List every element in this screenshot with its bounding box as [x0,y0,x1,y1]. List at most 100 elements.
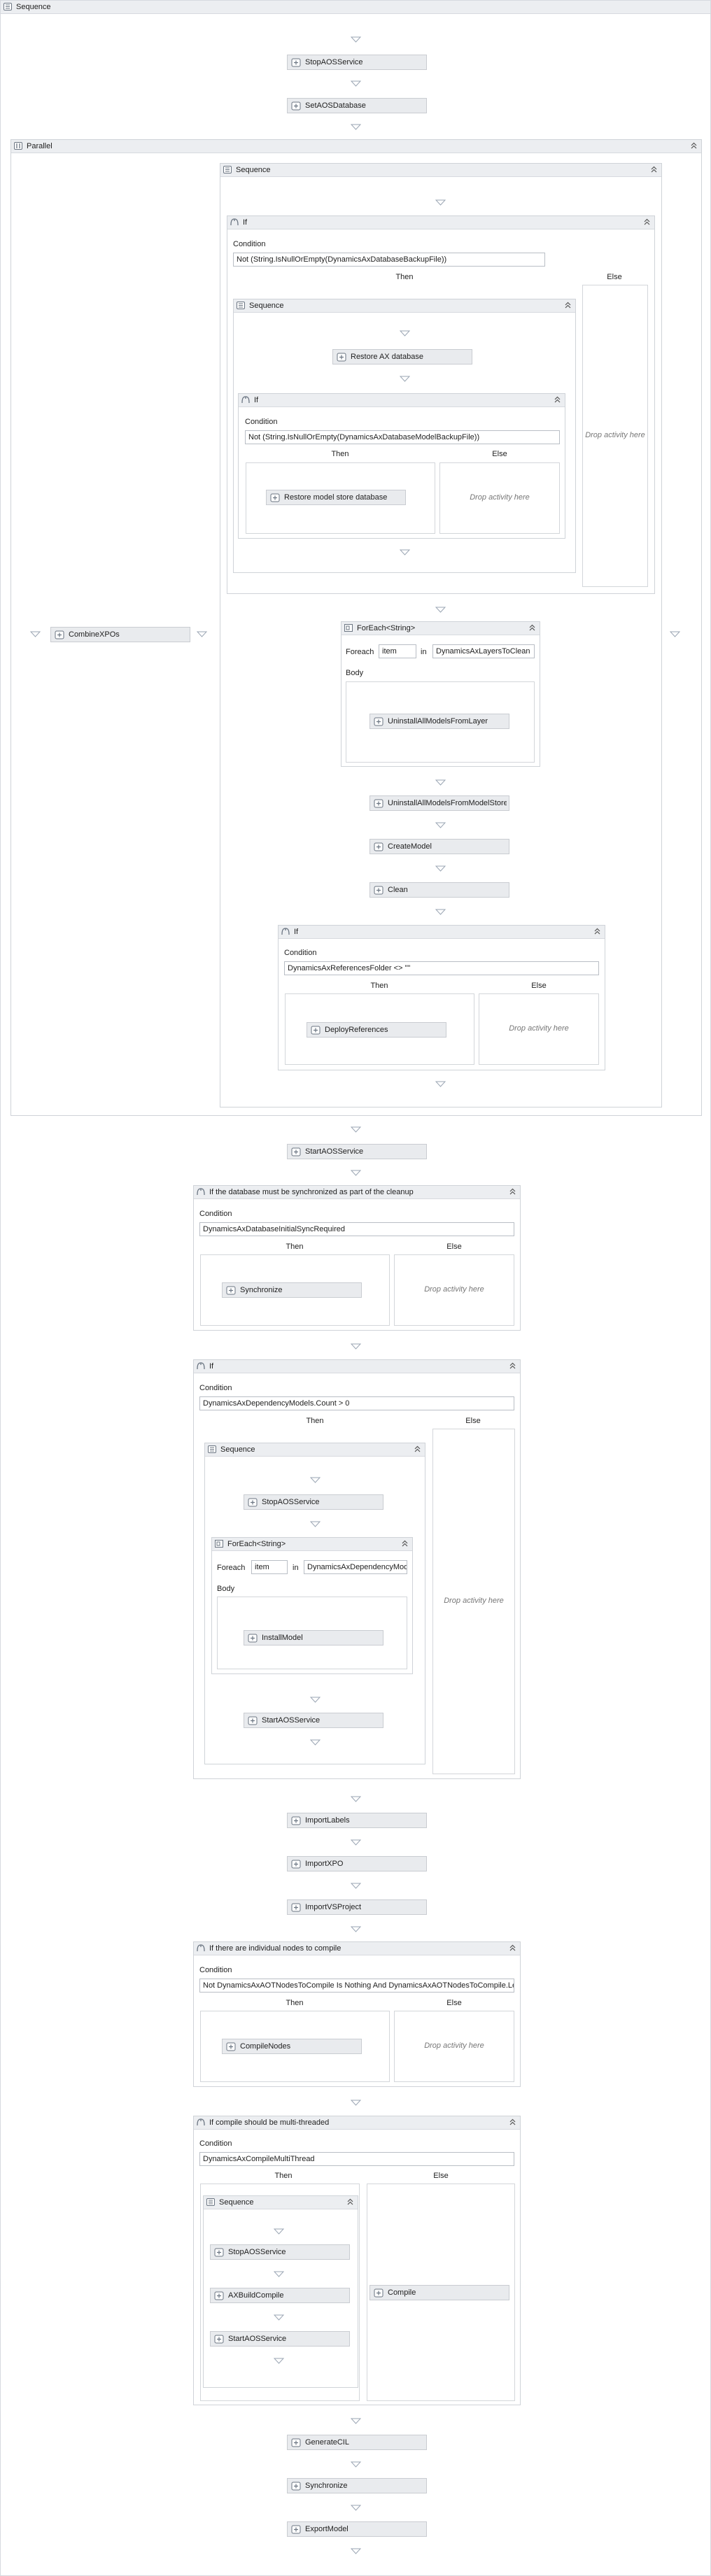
drop-arrow-icon[interactable] [309,1739,321,1746]
else-drop-zone[interactable]: Drop activity here [394,1254,514,1326]
drop-arrow-icon[interactable] [273,2358,285,2364]
collapse-chevron-icon[interactable] [528,624,536,632]
parallel-header[interactable]: Parallel [11,140,701,153]
stop-aos-service-activity[interactable]: StopAOSService [287,55,427,70]
collapse-chevron-icon[interactable] [401,1540,409,1548]
if-header[interactable]: If there are individual nodes to compile [194,1942,520,1955]
drop-arrow-icon[interactable] [399,330,411,337]
drop-arrow-icon[interactable] [350,1839,362,1846]
start-aos-service-activity[interactable]: StartAOSService [287,1144,427,1159]
condition-field[interactable]: Not (String.IsNullOrEmpty(DynamicsAxData… [245,430,560,444]
else-drop-zone[interactable]: Drop activity here [582,285,648,587]
if-header[interactable]: If compile should be multi-threaded [194,2116,520,2130]
compile-nodes-activity[interactable]: CompileNodes [222,2039,362,2054]
drop-arrow-icon[interactable] [435,1081,446,1087]
restore-ax-db-activity[interactable]: Restore AX database [332,349,472,365]
drop-arrow-icon[interactable] [350,1126,362,1133]
drop-arrow-icon[interactable] [309,1697,321,1703]
drop-arrow-icon[interactable] [196,631,208,637]
sequence-header[interactable]: Sequence [205,1443,425,1457]
drop-arrow-icon[interactable] [350,2100,362,2106]
clean-activity[interactable]: Clean [369,882,509,898]
drop-arrow-icon[interactable] [399,376,411,382]
condition-field[interactable]: Not DynamicsAxAOTNodesToCompile Is Nothi… [199,1979,514,1993]
drop-arrow-icon[interactable] [435,822,446,828]
root-sequence-header[interactable]: Sequence [1,1,710,14]
branch-sequence-header[interactable]: Sequence [220,164,661,177]
drop-arrow-icon[interactable] [309,1521,321,1527]
collapse-chevron-icon[interactable] [509,1944,516,1952]
start-aos-service-activity[interactable]: StartAOSService [210,2331,350,2347]
import-vs-project-activity[interactable]: ImportVSProject [287,1899,427,1915]
drop-arrow-icon[interactable] [350,1883,362,1889]
create-model-activity[interactable]: CreateModel [369,839,509,854]
drop-arrow-icon[interactable] [350,2461,362,2468]
foreach-item-field[interactable]: item [379,644,416,658]
install-model-activity[interactable]: InstallModel [244,1630,383,1646]
import-xpo-activity[interactable]: ImportXPO [287,1856,427,1871]
foreach-collection-field[interactable]: DynamicsAxDependencyModels [304,1560,407,1574]
drop-arrow-icon[interactable] [399,549,411,555]
drop-arrow-icon[interactable] [350,1926,362,1932]
restore-model-store-activity[interactable]: Restore model store database [266,490,406,505]
drop-arrow-icon[interactable] [435,607,446,613]
drop-arrow-icon[interactable] [350,2418,362,2424]
collapse-chevron-icon[interactable] [690,142,698,150]
set-aos-database-activity[interactable]: SetAOSDatabase [287,98,427,113]
stop-aos-service-activity[interactable]: StopAOSService [210,2244,350,2260]
drop-arrow-icon[interactable] [350,80,362,87]
collapse-chevron-icon[interactable] [509,1188,516,1196]
if-header[interactable]: If [239,394,565,407]
if-header[interactable]: If the database must be synchronized as … [194,1186,520,1199]
sequence-header[interactable]: Sequence [204,2196,358,2209]
drop-arrow-icon[interactable] [350,36,362,43]
else-drop-zone[interactable]: Drop activity here [394,2011,514,2082]
compile-activity[interactable]: Compile [369,2285,509,2300]
if-header[interactable]: If [279,926,605,939]
collapse-chevron-icon[interactable] [509,1362,516,1370]
drop-arrow-icon[interactable] [350,1343,362,1350]
else-drop-zone[interactable]: Drop activity here [439,462,560,534]
synchronize-activity[interactable]: Synchronize [287,2478,427,2493]
synchronize-activity[interactable]: Synchronize [222,1282,362,1298]
condition-field[interactable]: DynamicsAxDatabaseInitialSyncRequired [199,1222,514,1236]
condition-field[interactable]: DynamicsAxDependencyModels.Count > 0 [199,1396,514,1410]
drop-arrow-icon[interactable] [350,1170,362,1176]
condition-field[interactable]: DynamicsAxCompileMultiThread [199,2152,514,2166]
collapse-chevron-icon[interactable] [414,1445,421,1453]
drop-arrow-icon[interactable] [273,2271,285,2277]
collapse-chevron-icon[interactable] [346,2198,354,2206]
condition-field[interactable]: Not (String.IsNullOrEmpty(DynamicsAxData… [233,253,545,267]
foreach-header[interactable]: ForEach<String> [212,1538,412,1551]
if-header[interactable]: If [227,216,654,229]
drop-arrow-icon[interactable] [273,2314,285,2321]
collapse-chevron-icon[interactable] [643,218,651,226]
else-drop-zone[interactable]: Drop activity here [479,993,599,1065]
drop-arrow-icon[interactable] [669,631,681,637]
sequence-header[interactable]: Sequence [234,299,575,313]
stop-aos-service-activity[interactable]: StopAOSService [244,1494,383,1510]
drop-arrow-icon[interactable] [435,909,446,915]
foreach-collection-field[interactable]: DynamicsAxLayersToClean [432,644,535,658]
collapse-chevron-icon[interactable] [593,928,601,935]
drop-arrow-icon[interactable] [350,124,362,130]
generate-cil-activity[interactable]: GenerateCIL [287,2435,427,2450]
collapse-chevron-icon[interactable] [650,166,658,174]
combine-xpos-activity[interactable]: CombineXPOs [50,627,190,642]
export-model-activity[interactable]: ExportModel [287,2521,427,2537]
uninstall-layer-activity[interactable]: UninstallAllModelsFromLayer [369,714,509,729]
import-labels-activity[interactable]: ImportLabels [287,1813,427,1828]
foreach-item-field[interactable]: item [251,1560,288,1574]
drop-arrow-icon[interactable] [435,779,446,786]
drop-arrow-icon[interactable] [309,1477,321,1483]
drop-arrow-icon[interactable] [350,1796,362,1802]
start-aos-service-activity[interactable]: StartAOSService [244,1713,383,1728]
else-drop-zone[interactable]: Drop activity here [432,1429,515,1774]
foreach-header[interactable]: ForEach<String> [342,622,540,635]
collapse-chevron-icon[interactable] [554,396,561,404]
drop-arrow-icon[interactable] [435,865,446,872]
uninstall-modelstore-activity[interactable]: UninstallAllModelsFromModelStore [369,795,509,811]
axbuild-compile-activity[interactable]: AXBuildCompile [210,2288,350,2303]
deploy-references-activity[interactable]: DeployReferences [307,1022,446,1038]
drop-arrow-icon[interactable] [435,199,446,206]
